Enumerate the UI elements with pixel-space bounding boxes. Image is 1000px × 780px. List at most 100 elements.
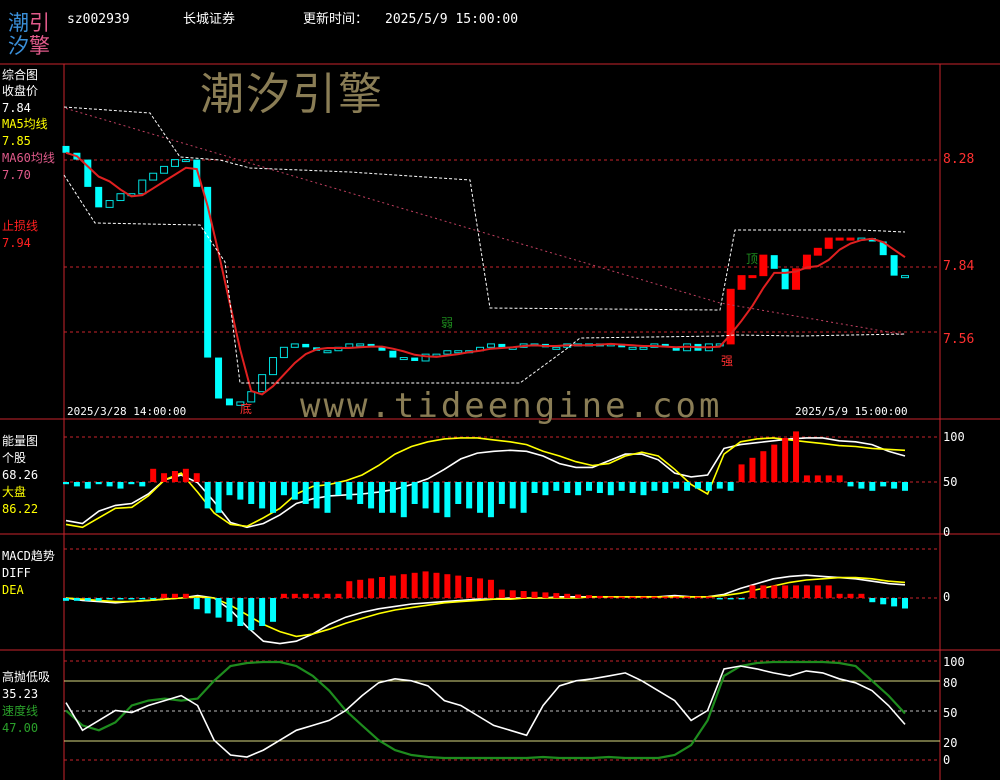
marker-top: 顶 — [746, 252, 759, 266]
energy-bar — [389, 482, 396, 513]
macd-bar — [248, 598, 255, 631]
macd-bar — [259, 598, 266, 626]
energy-bar — [847, 482, 854, 487]
energy-bar — [694, 482, 701, 489]
energy-bar — [73, 482, 80, 487]
candle — [160, 165, 169, 174]
macd-bar — [575, 594, 582, 598]
macd-bar — [313, 593, 320, 598]
energy-bar — [150, 468, 157, 482]
macd-bar — [596, 595, 603, 598]
stop-value: 7.94 — [2, 236, 31, 250]
candle — [748, 275, 757, 279]
macd-bar — [553, 593, 560, 598]
energy-bar — [259, 482, 266, 509]
candle — [890, 255, 898, 276]
energy-bar — [280, 482, 287, 496]
energy-bar — [673, 482, 680, 489]
kdj-axis-label: 20 — [943, 736, 958, 750]
macd-bar — [520, 591, 527, 598]
energy-bar — [858, 482, 865, 489]
energy-bar — [749, 457, 756, 482]
energy-bar — [335, 482, 342, 496]
energy-bar — [237, 482, 244, 500]
macd-bar — [73, 598, 80, 601]
macd-bar — [760, 585, 767, 598]
macd-bar — [368, 578, 375, 598]
macd-bar — [237, 598, 244, 626]
energy-axis-label: 50 — [943, 475, 958, 489]
candle — [290, 343, 299, 348]
candle — [215, 357, 223, 399]
market-energy-line — [65, 437, 906, 529]
price-axis-label: 7.56 — [943, 332, 975, 347]
macd-bar — [782, 585, 789, 598]
macd-bar — [847, 593, 854, 598]
energy-bar — [161, 473, 168, 482]
stock-energy-label: 个股 — [2, 451, 27, 465]
macd-bar — [226, 598, 233, 622]
macd-bar — [498, 589, 505, 598]
energy-bar — [716, 482, 723, 489]
candle — [193, 159, 201, 187]
macd-bar — [662, 596, 669, 598]
macd-bar — [128, 598, 135, 600]
macd-bar — [357, 579, 364, 598]
speed-value: 47.00 — [2, 721, 39, 735]
close-label: 收盘价 — [2, 84, 39, 98]
candle — [737, 275, 746, 290]
energy-bar — [291, 482, 298, 500]
energy-bar — [106, 482, 113, 487]
energy-bar — [487, 482, 494, 518]
macd-bar — [673, 596, 680, 598]
candle — [411, 357, 419, 361]
candle — [269, 357, 278, 376]
macd-bar — [324, 593, 331, 598]
candle — [138, 179, 147, 195]
macd-bar — [727, 598, 734, 600]
energy-bar — [248, 482, 255, 504]
energy-bar — [814, 475, 821, 482]
kdj-axis-label: 80 — [943, 676, 958, 690]
energy-bar — [803, 475, 810, 482]
macd-bar — [542, 592, 549, 598]
macd-bar — [139, 598, 146, 600]
energy-bar — [531, 482, 538, 493]
macd-bar — [836, 593, 843, 598]
energy-bar — [84, 482, 91, 489]
macd-bar — [302, 593, 309, 598]
watermark-url: www.tideengine.com — [300, 386, 723, 426]
candle — [498, 343, 506, 348]
energy-bar — [378, 482, 385, 513]
energy-bar — [422, 482, 429, 509]
energy-bar — [368, 482, 375, 509]
macd-bar — [389, 575, 396, 598]
speed-line — [65, 660, 906, 760]
ma5-value: 7.85 — [2, 134, 31, 148]
candle — [302, 343, 310, 348]
candle — [639, 346, 648, 350]
energy-bar — [346, 482, 353, 500]
energy-bar — [760, 451, 767, 482]
energy-bar — [869, 482, 876, 491]
candle — [279, 346, 288, 359]
start-time-label: 2025/3/28 14:00:00 — [67, 405, 187, 418]
ma60-line — [65, 107, 906, 336]
market-energy-label: 大盘 — [2, 485, 27, 499]
macd-bar — [705, 596, 712, 598]
close-value: 7.84 — [2, 101, 31, 115]
macd-bar — [629, 596, 636, 598]
energy-panel-title: 能量图 — [2, 434, 39, 448]
marker-strong: 强 — [721, 354, 734, 368]
energy-bar — [509, 482, 516, 509]
macd-bar — [270, 598, 277, 622]
energy-bar — [270, 482, 277, 513]
kdj-axis-label: 0 — [943, 753, 951, 767]
energy-bar — [629, 482, 636, 493]
candle — [846, 237, 855, 241]
energy-bar — [182, 468, 189, 482]
macd-bar — [455, 575, 462, 598]
macd-bar — [651, 596, 658, 598]
ma60-value: 7.70 — [2, 168, 31, 182]
energy-bar — [400, 482, 407, 518]
